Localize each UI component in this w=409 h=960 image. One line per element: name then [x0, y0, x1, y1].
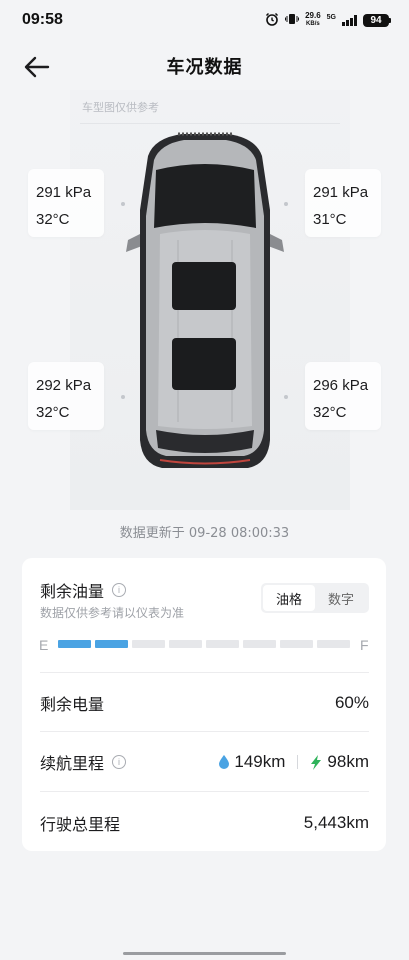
home-indicator[interactable]	[123, 952, 286, 955]
battery-level: 94	[363, 13, 389, 27]
battery-value: 60%	[334, 693, 369, 712]
fuel-gauge-segment	[317, 640, 350, 648]
header: 车况数据	[0, 44, 409, 88]
tire-temperature: 32°C	[36, 211, 70, 228]
car-top-view-image	[126, 132, 284, 468]
signal-icon	[342, 14, 357, 26]
tire-temperature: 31°C	[313, 211, 347, 228]
gauge-empty-label: E	[39, 637, 49, 653]
tire-marker	[121, 395, 125, 399]
fuel-gauge	[58, 640, 350, 648]
tire-temperature: 32°C	[36, 404, 70, 421]
range-label-group: 续航里程 i	[40, 750, 127, 774]
tire-front-right: 291 kPa 31°C	[305, 169, 381, 237]
divider	[40, 731, 369, 732]
tire-pressure: 291 kPa	[313, 184, 369, 201]
fuel-range-value: 149km	[234, 752, 286, 771]
fuel-gauge-segment	[243, 640, 276, 648]
tire-marker	[284, 395, 288, 399]
electric-range: 98km	[310, 752, 369, 772]
vibrate-icon	[285, 12, 300, 29]
divider	[40, 672, 369, 673]
divider	[297, 755, 299, 769]
fuel-gauge-segment	[58, 640, 91, 648]
tire-pressure: 296 kPa	[313, 377, 369, 394]
tire-rear-left: 292 kPa 32°C	[28, 362, 104, 430]
fuel-label: 剩余油量	[40, 582, 105, 601]
update-time: 数据更新于 09-28 08:00:33	[119, 526, 290, 541]
electric-range-value: 98km	[327, 752, 369, 771]
odometer-label: 行驶总里程	[40, 815, 121, 834]
fuel-gauge-segment	[132, 640, 165, 648]
tire-temperature: 32°C	[313, 404, 347, 421]
network-type: 5G	[326, 13, 336, 21]
battery-label: 剩余电量	[40, 695, 105, 714]
status-time: 09:58	[22, 11, 63, 28]
divider	[80, 123, 340, 124]
car-image-note: 车型图仅供参考	[82, 101, 159, 114]
fuel-note: 数据仅供参考请以仪表为准	[40, 606, 185, 620]
gauge-full-label: F	[360, 637, 369, 653]
info-icon[interactable]: i	[112, 583, 127, 597]
odometer-value: 5,443km	[303, 813, 369, 832]
tire-rear-right: 296 kPa 32°C	[305, 362, 381, 430]
fuel-title: 剩余油量 i	[40, 578, 127, 602]
net-speed-unit: KB/s	[306, 21, 320, 27]
fuel-gauge-segment	[169, 640, 202, 648]
fuel-drop-icon	[219, 755, 230, 769]
divider	[40, 791, 369, 792]
fuel-range: 149km	[219, 752, 285, 772]
tire-marker	[121, 202, 125, 206]
net-speed-value: 29.6	[305, 11, 321, 20]
status-bar: 09:58 29.6 KB/s 5G 94	[0, 0, 409, 40]
battery-icon: 94	[363, 13, 391, 27]
range-row: 续航里程 i 149km 98km	[40, 748, 369, 776]
alarm-icon	[265, 12, 279, 29]
tire-pressure: 291 kPa	[36, 184, 92, 201]
fuel-gauge-segment	[206, 640, 239, 648]
odometer-row: 行驶总里程 5,443km	[40, 809, 369, 837]
status-icons: 29.6 KB/s 5G 94	[265, 12, 391, 29]
net-speed: 29.6 KB/s	[305, 12, 321, 28]
range-values: 149km 98km	[219, 752, 369, 772]
battery-row: 剩余电量 60%	[40, 689, 369, 717]
fuel-gauge-segment	[280, 640, 313, 648]
vehicle-data-card: 剩余油量 i 数据仅供参考请以仪表为准 油格 数字 E F 剩余电量 60% 续…	[22, 558, 386, 851]
tire-front-left: 291 kPa 32°C	[28, 169, 104, 237]
tire-pressure: 292 kPa	[36, 377, 92, 394]
info-icon[interactable]: i	[112, 755, 127, 769]
arrow-left-icon	[24, 56, 50, 78]
lightning-icon	[311, 754, 322, 770]
range-label: 续航里程	[40, 754, 105, 773]
toggle-grid[interactable]: 油格	[263, 585, 315, 611]
tire-marker	[284, 202, 288, 206]
fuel-gauge-segment	[95, 640, 128, 648]
car-diagram: 车型图仅供参考 291 kPa 32°C 291 kPa 31°C 292 kP…	[0, 90, 409, 510]
back-button[interactable]	[22, 52, 52, 82]
fuel-display-toggle: 油格 数字	[261, 583, 369, 613]
page-title: 车况数据	[166, 57, 243, 78]
toggle-number[interactable]: 数字	[315, 585, 367, 611]
